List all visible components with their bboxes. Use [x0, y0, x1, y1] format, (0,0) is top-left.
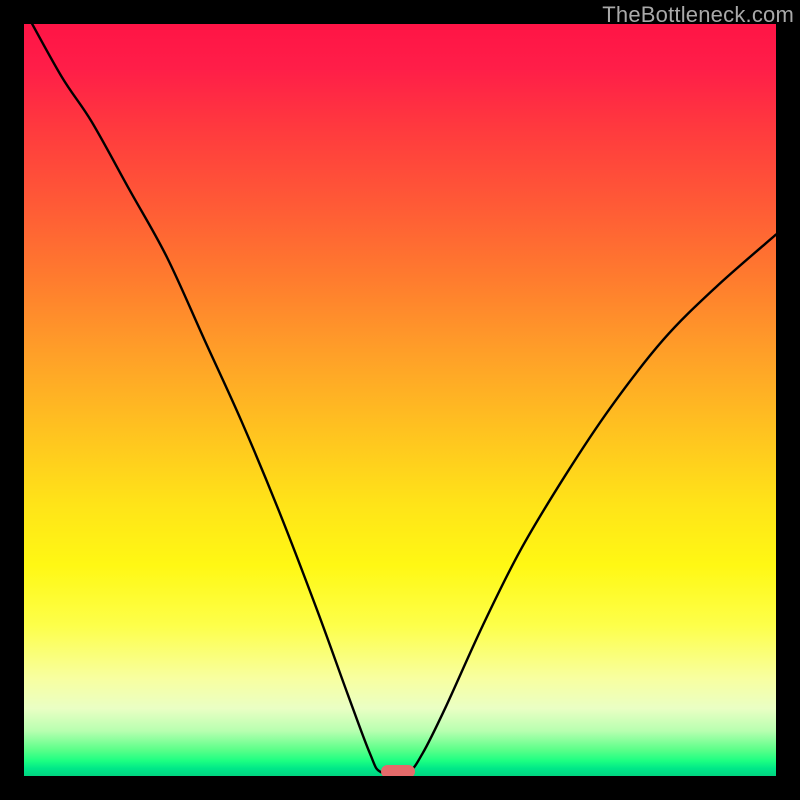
optimum-marker: [381, 765, 415, 776]
watermark-text: TheBottleneck.com: [602, 2, 794, 28]
plot-area: [24, 24, 776, 776]
chart-frame: TheBottleneck.com: [0, 0, 800, 800]
bottleneck-curve: [24, 24, 776, 776]
